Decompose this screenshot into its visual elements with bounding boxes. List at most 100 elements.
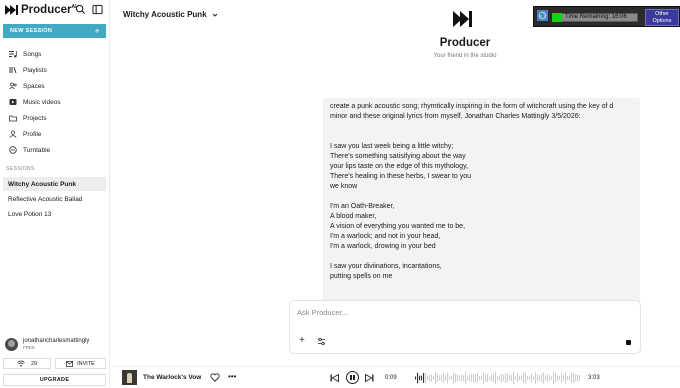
session-item-witchy-acoustic-punk[interactable]: Witchy Acoustic Punk [3, 177, 106, 191]
sidebar-item-profile[interactable]: Profile [0, 126, 110, 142]
session-title-dropdown[interactable]: Witchy Acoustic Punk [123, 10, 218, 19]
pause-icon-bar [350, 375, 352, 380]
waveform-bar [441, 374, 443, 382]
waveform-bar [491, 374, 493, 382]
heart-icon[interactable] [210, 373, 220, 382]
waveform-bar [477, 373, 479, 383]
composer: + [289, 300, 641, 354]
waveform-bar [443, 373, 445, 383]
sidebar: ProducerAI NEW SESSION + Songs Playlists… [0, 0, 110, 388]
user-profile[interactable]: jonathancharlesmattingly FREE [5, 335, 108, 353]
sidebar-item-turntable[interactable]: Turntable [0, 142, 110, 158]
chevron-down-icon [212, 13, 218, 17]
brand[interactable]: ProducerAI [5, 3, 77, 17]
sidebar-item-label: Songs [23, 50, 42, 58]
ask-producer-input[interactable] [297, 308, 597, 317]
waveform-bar [527, 375, 529, 381]
track-artwork[interactable] [122, 370, 137, 385]
waveform-scrubber[interactable] [415, 370, 581, 386]
hero-tagline: Your friend in the studio [433, 53, 497, 59]
brand-name: ProducerAI [21, 4, 77, 16]
stop-button[interactable] [623, 337, 634, 348]
waveform-bar [577, 374, 579, 382]
waveform-bar [523, 372, 525, 384]
waveform-bar [473, 373, 475, 383]
sidebar-item-projects[interactable]: Projects [0, 110, 110, 126]
waveform-bar [493, 373, 495, 383]
current-time: 0:09 [385, 375, 397, 381]
sidebar-item-spaces[interactable]: Spaces [0, 78, 110, 94]
next-track-icon[interactable] [365, 374, 374, 382]
previous-track-icon[interactable] [330, 374, 339, 382]
waveform-bar [501, 373, 503, 383]
turntable-icon [9, 146, 17, 154]
waveform-bar [511, 374, 513, 382]
waveform-bar [429, 374, 431, 382]
globe-icon[interactable] [537, 10, 548, 21]
sidebar-item-label: Playlists [23, 66, 47, 74]
other-options-button[interactable]: Other Options [645, 9, 679, 26]
session-item-love-potion-13[interactable]: Love Potion 13 [3, 207, 106, 221]
upgrade-button[interactable]: UPGRADE [3, 374, 106, 386]
waveform-bar [543, 372, 545, 384]
waveform-bar [519, 375, 521, 381]
waveform-bar [503, 374, 505, 382]
waveform-bar [447, 372, 449, 384]
producer-logo-icon [453, 11, 472, 27]
pause-icon-bar [353, 375, 355, 380]
waveform-bar [563, 375, 565, 381]
waveform-bar [471, 374, 473, 382]
waveform-bar [421, 375, 423, 381]
sidebar-item-label: Projects [23, 114, 47, 122]
waveform-bar [459, 375, 461, 381]
search-icon[interactable] [75, 4, 86, 15]
credits-badge[interactable]: 29 [3, 358, 51, 369]
waveform-bar [417, 372, 419, 384]
spaces-icon [9, 82, 17, 90]
user-message: create a punk acoustic song; rhymtically… [323, 98, 640, 304]
waveform-bar [537, 374, 539, 382]
sidebar-item-songs[interactable]: Songs [0, 46, 110, 62]
user-plan: FREE [23, 345, 36, 350]
pause-button[interactable] [346, 371, 359, 384]
waveform-bar [549, 375, 551, 381]
songs-icon [9, 51, 17, 58]
waveform-bar [433, 376, 435, 380]
hero-title: Producer [439, 37, 491, 49]
collapse-sidebar-icon[interactable] [92, 4, 103, 15]
waveform-bar [463, 375, 465, 381]
add-attachment-icon[interactable]: + [299, 336, 305, 346]
sidebar-item-playlists[interactable]: Playlists [0, 62, 110, 78]
sidebar-item-label: Profile [23, 130, 42, 138]
wifi-icon [17, 360, 25, 367]
new-session-label: NEW SESSION [10, 28, 53, 34]
mail-icon [66, 360, 74, 367]
waveform-bar [547, 373, 549, 383]
new-session-button[interactable]: NEW SESSION + [3, 24, 106, 38]
waveform-bar [479, 375, 481, 381]
waveform-bar [529, 376, 531, 380]
waveform-bar [579, 375, 581, 381]
sidebar-nav: Songs Playlists Spaces Music videos Proj… [0, 46, 110, 158]
waveform-bar [435, 371, 437, 385]
waveform-bar [481, 375, 483, 381]
waveform-bar [571, 372, 573, 384]
waveform-bar [505, 372, 507, 384]
sidebar-item-label: Spaces [23, 82, 45, 90]
waveform-bar [467, 375, 469, 381]
waveform-bar [455, 373, 457, 383]
waveform-bar [415, 376, 417, 380]
lyrics-verse: I saw you last week being a little witch… [330, 143, 472, 190]
session-item-reflective-acoustic-ballad[interactable]: Reflective Acoustic Ballad [3, 192, 106, 206]
profile-icon [9, 130, 17, 138]
more-options-icon[interactable]: ••• [228, 372, 236, 381]
waveform-bar [509, 375, 511, 381]
user-name: jonathancharlesmattingly [23, 338, 90, 344]
track-title[interactable]: The Warlock's Vow [143, 374, 201, 381]
waveform-bar [457, 374, 459, 382]
settings-sliders-icon[interactable] [317, 337, 326, 346]
sidebar-item-music-videos[interactable]: Music videos [0, 94, 110, 110]
avatar [5, 337, 18, 351]
invite-button[interactable]: INVITE [55, 358, 106, 369]
waveform-bar [483, 371, 485, 385]
